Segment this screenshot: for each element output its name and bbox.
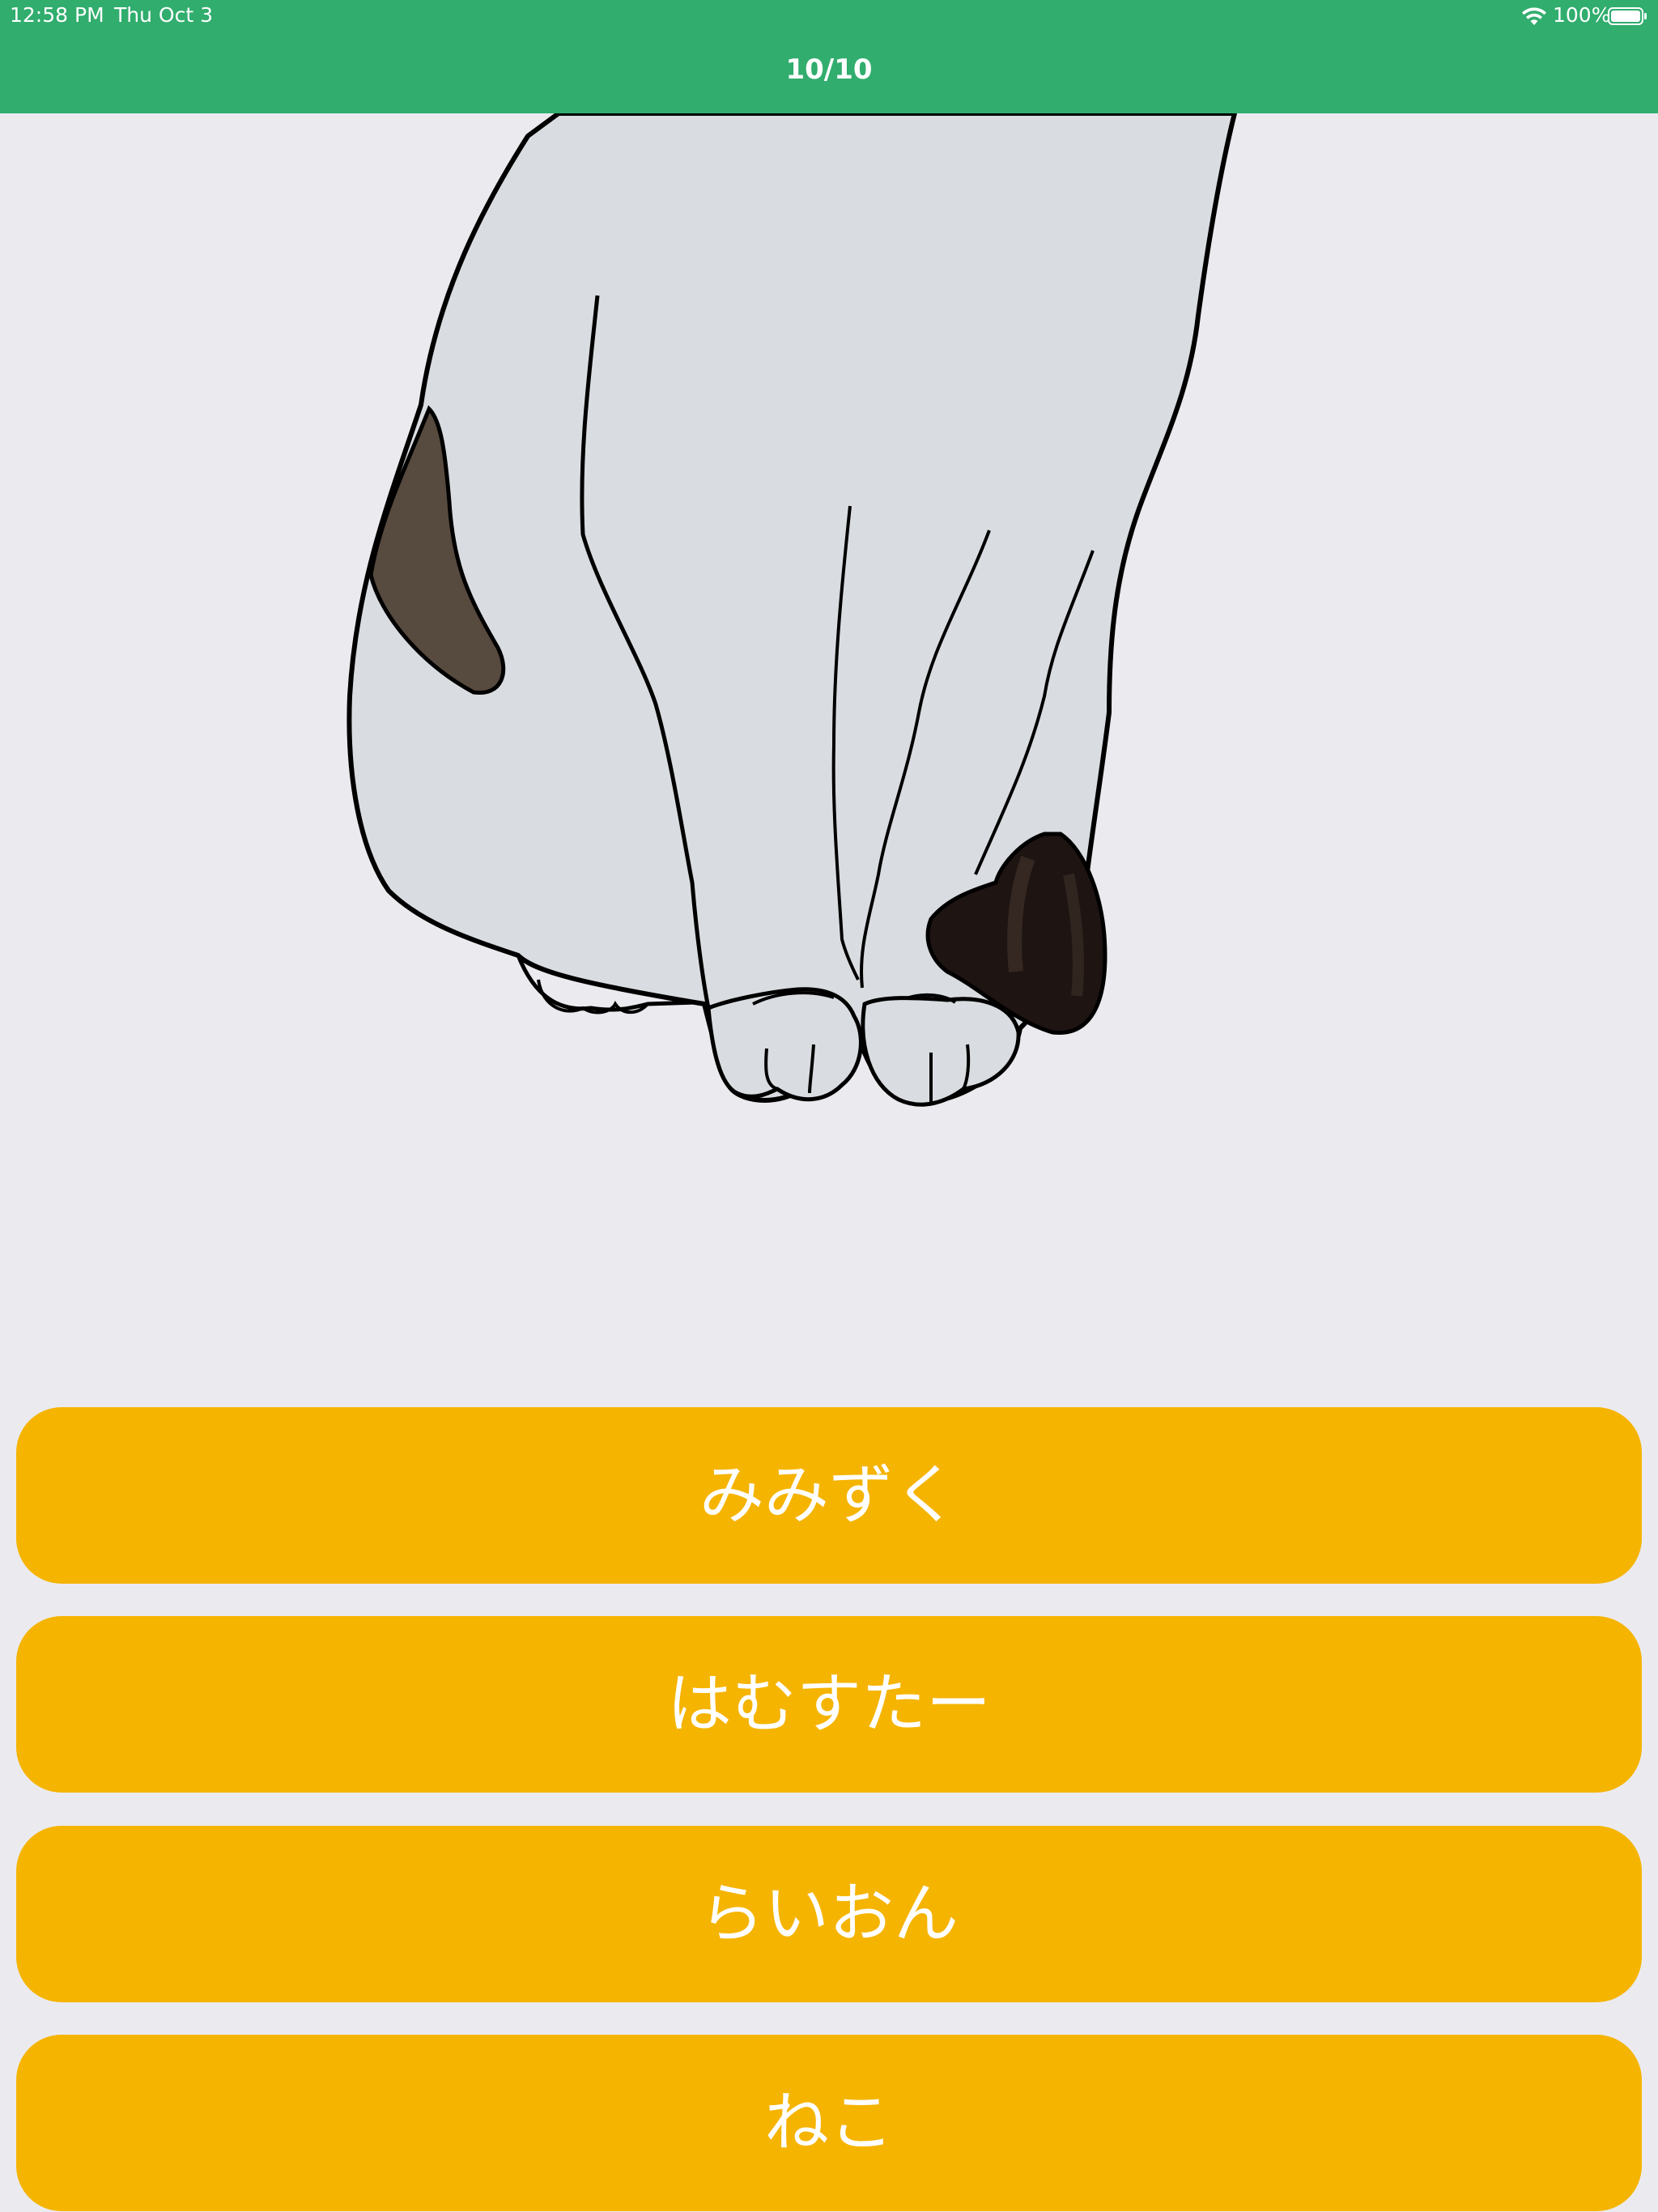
answer-button-cat[interactable]: ねこ [16, 2035, 1642, 2211]
battery-percentage: 100% [1553, 3, 1611, 27]
wifi-icon [1522, 7, 1546, 25]
cat-left-paw [706, 987, 863, 1102]
header-bar: 12:58 PM Thu Oct 3 100% 10/10 [0, 0, 1658, 113]
status-date: Thu Oct 3 [114, 3, 213, 27]
cat-paws-illustration [346, 113, 1237, 1107]
battery-icon [1608, 7, 1647, 25]
status-bar: 12:58 PM Thu Oct 3 100% [0, 0, 1658, 32]
cat-right-paw [861, 996, 1021, 1107]
answer-button-lion[interactable]: らいおん [16, 1826, 1642, 2002]
status-time: 12:58 PM [10, 3, 104, 27]
answer-button-mimizuku[interactable]: みみずく [16, 1407, 1642, 1584]
answer-button-hamster[interactable]: はむすたー [16, 1616, 1642, 1793]
progress-title: 10/10 [785, 53, 873, 86]
